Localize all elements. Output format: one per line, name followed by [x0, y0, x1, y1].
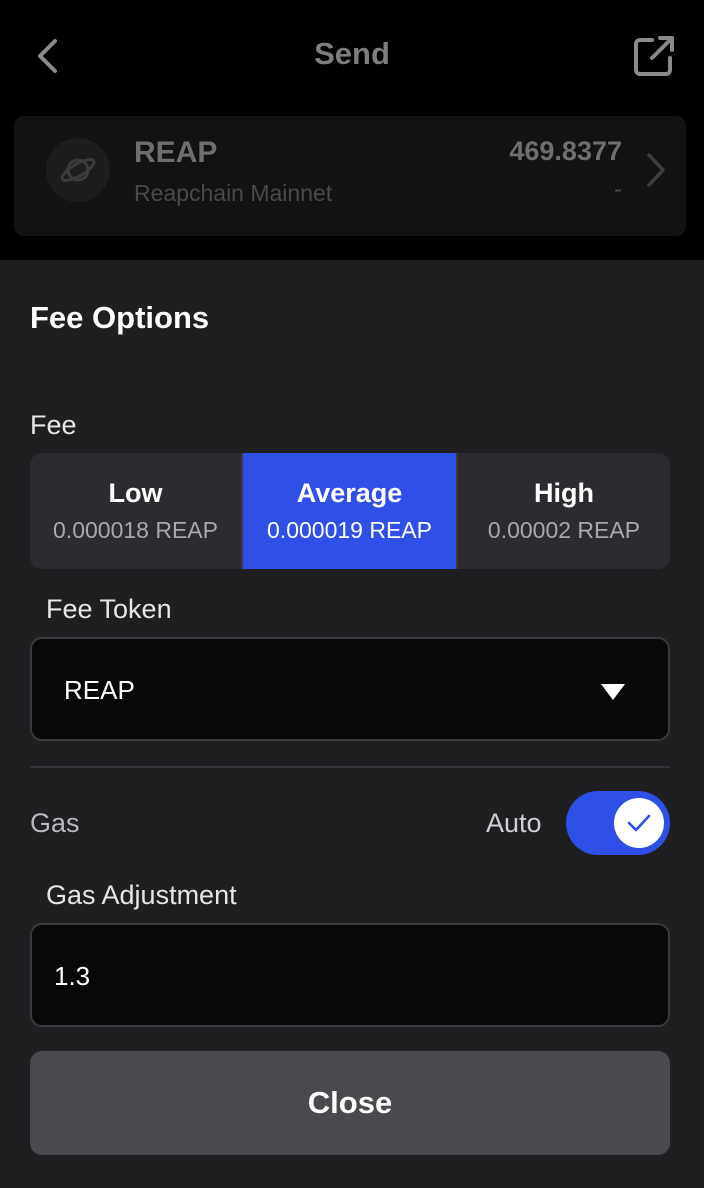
external-link-button[interactable] — [630, 32, 678, 80]
gas-adjustment-input[interactable]: 1.3 — [30, 923, 670, 1027]
fee-option-high[interactable]: High 0.00002 REAP — [458, 453, 670, 569]
gas-label: Gas — [30, 808, 80, 838]
fee-option-name: Average — [296, 478, 403, 508]
asset-value: - — [614, 176, 622, 203]
external-link-icon — [634, 36, 674, 76]
fee-option-amount: 0.00002 REAP — [487, 517, 641, 543]
planet-icon — [46, 138, 110, 202]
fee-option-name: High — [534, 478, 594, 508]
toggle-knob — [614, 798, 664, 848]
asset-chain: Reapchain Mainnet — [134, 180, 333, 206]
caret-down-icon — [601, 684, 625, 700]
gas-adjustment-label: Gas Adjustment — [46, 880, 237, 910]
check-icon — [627, 814, 651, 832]
fee-option-low[interactable]: Low 0.000018 REAP — [30, 453, 241, 569]
fee-option-average[interactable]: Average 0.000019 REAP — [241, 453, 458, 569]
fee-token-value: REAP — [64, 675, 135, 705]
fee-option-amount: 0.000019 REAP — [267, 517, 432, 543]
asset-card[interactable]: REAP Reapchain Mainnet 469.8377 - — [14, 116, 686, 236]
divider — [30, 766, 670, 768]
fee-selector: Low 0.000018 REAP Average 0.000019 REAP … — [30, 453, 670, 569]
fee-options-sheet: Fee Options Fee Low 0.000018 REAP Averag… — [0, 260, 704, 1188]
gas-adjustment-value: 1.3 — [54, 961, 91, 991]
asset-name: REAP — [134, 136, 218, 169]
fee-token-select[interactable]: REAP — [30, 637, 670, 741]
fee-label: Fee — [30, 410, 77, 440]
sheet-title: Fee Options — [30, 300, 210, 335]
chevron-right-icon — [647, 153, 665, 187]
asset-balance: 469.8377 — [509, 136, 622, 166]
auto-gas-toggle[interactable] — [566, 791, 670, 855]
top-bar: Send — [0, 0, 704, 112]
close-button[interactable]: Close — [30, 1051, 670, 1155]
page-title: Send — [314, 36, 390, 71]
fee-token-label: Fee Token — [46, 594, 172, 624]
fee-option-name: Low — [108, 478, 163, 508]
fee-option-amount: 0.000018 REAP — [53, 517, 218, 543]
auto-label: Auto — [486, 808, 542, 838]
